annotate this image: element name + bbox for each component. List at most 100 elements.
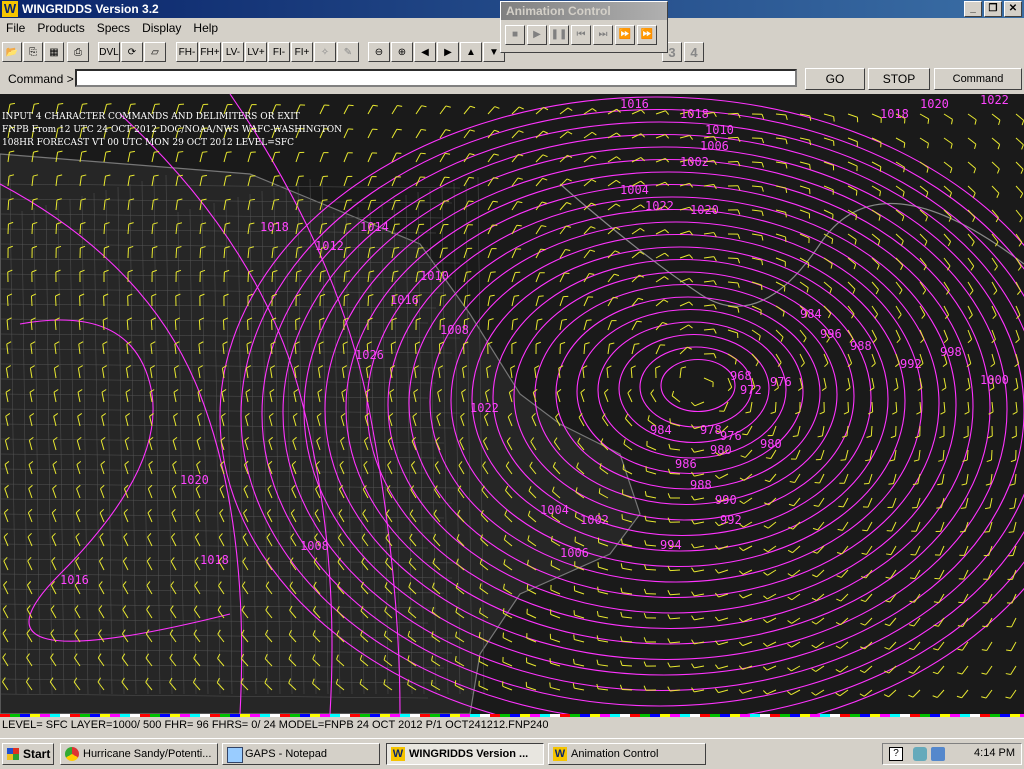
fi-minus-button[interactable]: FI- xyxy=(268,42,290,62)
wind-barb xyxy=(920,186,928,192)
close-button[interactable]: ✕ xyxy=(1004,1,1022,17)
refresh-icon[interactable]: ⟳ xyxy=(121,42,143,62)
play-icon[interactable]: ▶ xyxy=(527,25,547,45)
help-icon[interactable]: ? xyxy=(889,747,903,761)
pause-icon[interactable]: ❚❚ xyxy=(549,25,569,45)
menu-display[interactable]: Display xyxy=(136,21,187,35)
network-icon[interactable] xyxy=(913,747,927,761)
wind-barb-flag xyxy=(991,364,995,367)
wind-barb xyxy=(896,306,901,315)
monitor-icon[interactable] xyxy=(931,747,945,761)
wind-barb xyxy=(944,330,948,339)
wind-barb-flag xyxy=(527,584,528,589)
wind-barb-flag xyxy=(739,594,743,598)
stop-button[interactable]: STOP xyxy=(868,68,930,90)
wind-barb xyxy=(896,402,897,412)
wand-icon[interactable]: ✧ xyxy=(314,42,336,62)
wind-barb xyxy=(646,545,656,546)
wind-barb-flag xyxy=(1016,339,1020,342)
page-4-button[interactable]: 4 xyxy=(684,42,704,62)
wind-barb xyxy=(152,152,154,162)
go-button[interactable]: GO xyxy=(805,68,865,90)
wind-barb xyxy=(622,617,632,618)
command-input[interactable] xyxy=(75,69,797,87)
pan-up-icon[interactable]: ▲ xyxy=(460,42,482,62)
pressure-label: 980 xyxy=(710,443,732,457)
menu-help[interactable]: Help xyxy=(187,21,224,35)
properties-icon[interactable]: ▦ xyxy=(44,42,64,62)
wind-barb xyxy=(488,249,492,258)
step-forward-icon[interactable]: ⏩ xyxy=(615,25,635,45)
wind-barb xyxy=(992,162,999,169)
print-icon[interactable]: ⎙ xyxy=(67,42,89,62)
wind-barb xyxy=(752,282,762,285)
wind-barb-flag xyxy=(972,242,974,246)
first-frame-icon[interactable]: ⏮ xyxy=(571,25,591,45)
menu-products[interactable]: Products xyxy=(31,21,90,35)
dvl-button[interactable]: DVL xyxy=(98,42,120,62)
wind-barb-flag xyxy=(818,436,823,437)
wind-barb-flag xyxy=(541,249,546,250)
wind-barb-flag xyxy=(470,106,475,108)
fast-forward-icon[interactable]: ⏩ xyxy=(637,25,657,45)
wind-barb xyxy=(816,618,824,624)
wind-barb-flag xyxy=(1019,242,1022,246)
wind-barb-flag xyxy=(628,389,631,393)
pressure-label: 1026 xyxy=(355,348,384,362)
wind-barb-flag xyxy=(923,290,926,294)
wind-barb-flag xyxy=(668,590,670,595)
open-folder-icon[interactable]: 📂 xyxy=(2,42,22,62)
start-button[interactable]: Start xyxy=(2,743,54,765)
task-notepad[interactable]: GAPS - Notepad xyxy=(222,743,380,765)
wind-barb xyxy=(896,354,899,363)
task-animation-control[interactable]: W Animation Control xyxy=(548,743,706,765)
zoom-in-icon[interactable]: ⊕ xyxy=(391,42,413,62)
wind-barb xyxy=(843,498,848,507)
wind-barb-flag xyxy=(934,578,939,579)
wind-barb-flag xyxy=(519,107,524,109)
animation-control-window[interactable]: Animation Control ■ ▶ ❚❚ ⏮ ⏭ ⏩ ⏩ xyxy=(500,1,668,53)
stop-anim-icon[interactable]: ■ xyxy=(505,25,525,45)
wind-barb-flag xyxy=(957,673,962,674)
fh-minus-button[interactable]: FH- xyxy=(176,42,198,62)
wind-barb xyxy=(944,162,952,168)
wind-barb-flag xyxy=(518,178,523,179)
wind-barb-flag xyxy=(928,119,929,124)
wind-barb xyxy=(584,180,592,186)
wind-barb xyxy=(512,225,517,234)
copy-icon[interactable]: ⎘ xyxy=(23,42,43,62)
zoom-out-icon[interactable]: ⊖ xyxy=(368,42,390,62)
wind-barb xyxy=(891,546,896,555)
fi-plus-button[interactable]: FI+ xyxy=(291,42,313,62)
wind-barb-flag xyxy=(557,389,561,392)
wind-barb-flag xyxy=(418,248,423,249)
command-history-button[interactable]: Command History xyxy=(934,68,1022,90)
menu-file[interactable]: File xyxy=(0,21,31,35)
last-frame-icon[interactable]: ⏭ xyxy=(593,25,613,45)
pan-right-icon[interactable]: ▶ xyxy=(437,42,459,62)
wind-barb-flag xyxy=(892,412,897,414)
lv-minus-button[interactable]: LV- xyxy=(222,42,244,62)
wind-barb xyxy=(694,546,704,548)
restore-button[interactable]: ❐ xyxy=(984,1,1002,17)
fh-plus-button[interactable]: FH+ xyxy=(199,42,221,62)
wind-barb xyxy=(503,686,512,690)
eraser-icon[interactable]: ▱ xyxy=(144,42,166,62)
weather-map[interactable]: 1016101810101006100210041022102010181012… xyxy=(0,94,1024,714)
menu-specs[interactable]: Specs xyxy=(91,21,136,35)
wind-barb xyxy=(796,450,800,459)
lv-plus-button[interactable]: LV+ xyxy=(245,42,267,62)
wind-barb xyxy=(651,394,656,402)
wind-barb xyxy=(670,618,680,619)
pan-left-icon[interactable]: ◀ xyxy=(414,42,436,62)
task-wingridds[interactable]: W WINGRIDDS Version ... xyxy=(386,743,544,765)
wind-barb xyxy=(968,330,972,339)
wind-barb-flag xyxy=(640,228,644,231)
wind-barb-flag xyxy=(788,621,792,624)
pen-icon[interactable]: ✎ xyxy=(337,42,359,62)
task-chrome-hurricane-sandy[interactable]: Hurricane Sandy/Potenti... xyxy=(60,743,218,765)
wind-barb xyxy=(1016,282,1021,291)
wind-barb xyxy=(743,642,752,646)
pressure-label: 1016 xyxy=(60,573,89,587)
minimize-button[interactable]: _ xyxy=(964,1,982,17)
